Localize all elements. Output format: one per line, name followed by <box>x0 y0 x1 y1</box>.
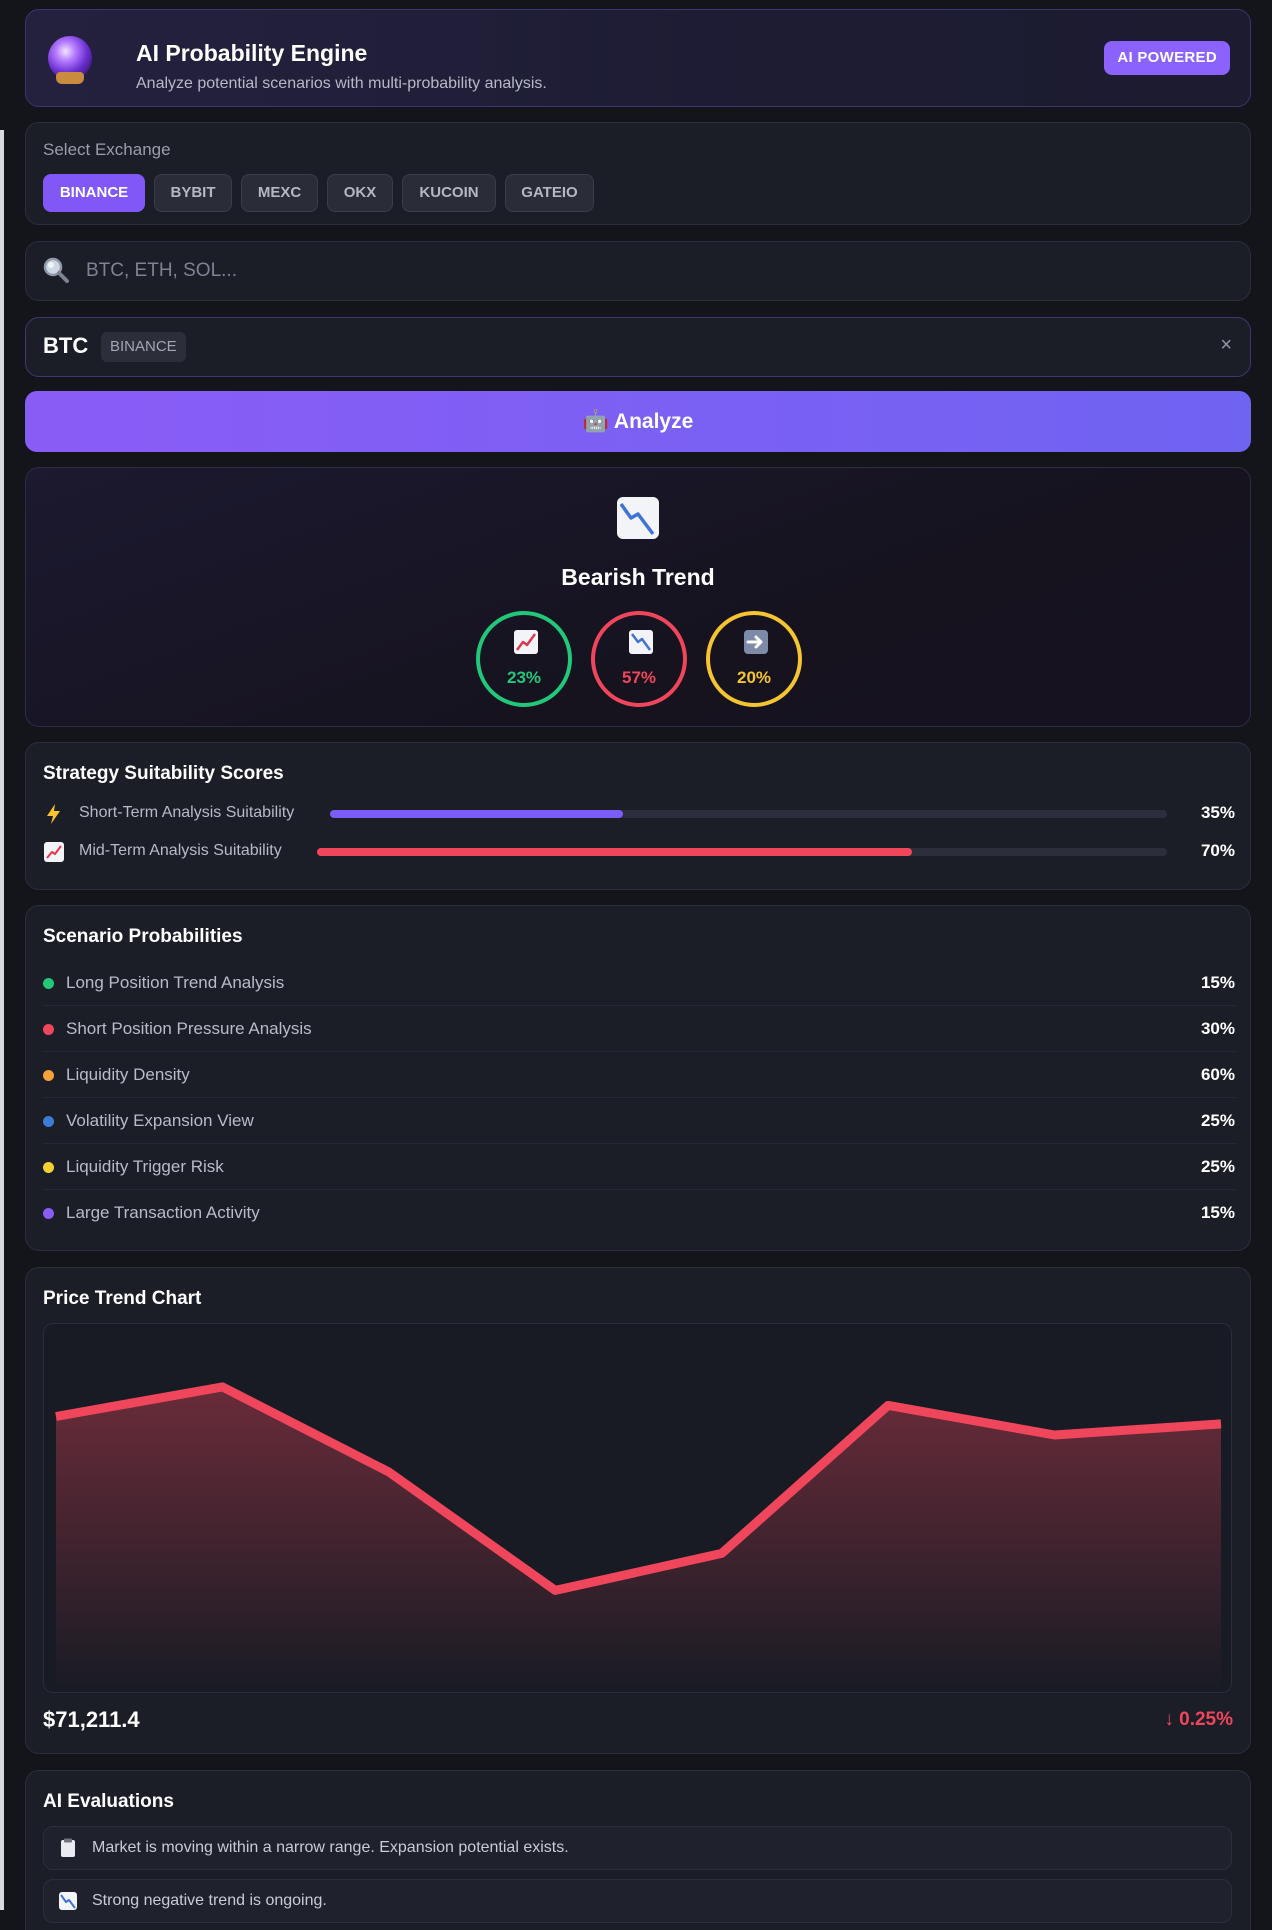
evaluation-item: Market is moving within a narrow range. … <box>43 1826 1232 1870</box>
arrow-right-icon <box>744 630 768 654</box>
strategy-row: Short-Term Analysis Suitability 35% <box>43 801 1235 827</box>
scenario-dot <box>43 1070 54 1081</box>
evaluations-card: AI Evaluations Market is moving within a… <box>25 1770 1251 1930</box>
strategy-value: 70% <box>1200 841 1235 860</box>
trend-title: Bearish Trend <box>561 564 715 590</box>
evaluations-title: AI Evaluations <box>43 1791 174 1812</box>
neutral-probability-ring: 20% <box>706 611 802 707</box>
scenario-dot <box>43 978 54 989</box>
scenario-row: Large Transaction Activity 15% <box>43 1190 1235 1236</box>
page-subtitle: Analyze potential scenarios with multi-p… <box>136 75 547 92</box>
neutral-probability-value: 20% <box>736 668 772 687</box>
bullish-probability-ring: 23% <box>476 611 572 707</box>
scenario-card: Scenario Probabilities Long Position Tre… <box>25 905 1251 1251</box>
selected-exchange-tag: BINANCE <box>101 332 186 362</box>
exchange-button-bybit[interactable]: BYBIT <box>154 174 232 212</box>
bullish-probability-value: 23% <box>506 668 542 687</box>
chart-down-icon <box>629 630 653 654</box>
bearish-probability-ring: 57% <box>591 611 687 707</box>
scenario-value: 15% <box>1200 973 1235 992</box>
scenario-dot <box>43 1208 54 1219</box>
current-price: $71,211.4 <box>43 1707 140 1732</box>
exchange-label: Select Exchange <box>43 140 171 159</box>
scenario-row: Long Position Trend Analysis 15% <box>43 960 1235 1006</box>
scenario-dot <box>43 1116 54 1127</box>
strategy-value: 35% <box>1200 803 1235 822</box>
scenario-label: Volatility Expansion View <box>66 1111 254 1130</box>
left-edge-strip <box>0 130 4 1910</box>
bearish-probability-value: 57% <box>621 668 657 687</box>
scenario-row: Short Position Pressure Analysis 30% <box>43 1006 1235 1052</box>
scenario-label: Short Position Pressure Analysis <box>66 1019 312 1038</box>
chart-down-icon <box>617 497 659 539</box>
scenario-value: 25% <box>1200 1157 1235 1176</box>
crystal-ball-base <box>56 72 84 84</box>
scenario-value: 15% <box>1200 1203 1235 1222</box>
evaluation-text: Market is moving within a narrow range. … <box>92 1839 569 1856</box>
evaluation-text: Strong negative trend is ongoing. <box>92 1892 327 1909</box>
price-change: ↓ 0.25% <box>1164 1709 1233 1730</box>
strategy-track <box>317 848 1167 856</box>
strategy-card: Strategy Suitability Scores Short-Term A… <box>25 742 1251 890</box>
trend-card: Bearish Trend 23% 57% 20% <box>25 467 1251 727</box>
strategy-row: Mid-Term Analysis Suitability 70% <box>43 839 1235 865</box>
scenario-value: 30% <box>1200 1019 1235 1038</box>
exchange-button-gateio[interactable]: GATEIO <box>505 174 594 212</box>
exchange-button-mexc[interactable]: MEXC <box>241 174 318 212</box>
left-edge-top <box>0 0 4 130</box>
price-chart-title: Price Trend Chart <box>43 1288 202 1309</box>
scenario-title: Scenario Probabilities <box>43 926 243 947</box>
strategy-track <box>330 810 1167 818</box>
scenario-row: Liquidity Trigger Risk 25% <box>43 1144 1235 1190</box>
evaluation-item: Strong negative trend is ongoing. <box>43 1879 1232 1923</box>
scenario-dot <box>43 1162 54 1173</box>
selected-symbol: BTC <box>43 333 89 358</box>
search-icon <box>43 257 69 283</box>
analyze-button[interactable]: 🤖 Analyze <box>25 391 1251 452</box>
scenario-dot <box>43 1024 54 1035</box>
strategy-fill <box>330 810 623 818</box>
page-title: AI Probability Engine <box>136 40 368 66</box>
scenario-row: Liquidity Density 60% <box>43 1052 1235 1098</box>
scenario-value: 25% <box>1200 1111 1235 1130</box>
scenario-label: Large Transaction Activity <box>66 1203 260 1222</box>
strategy-label: Short-Term Analysis Suitability <box>79 804 295 821</box>
exchange-button-binance[interactable]: BINANCE <box>43 174 145 212</box>
strategy-fill <box>317 848 912 856</box>
strategy-title: Strategy Suitability Scores <box>43 763 284 784</box>
lightning-icon <box>47 804 60 824</box>
price-chart-svg <box>55 1382 1222 1692</box>
ai-powered-badge: AI POWERED <box>1104 41 1230 75</box>
search-input[interactable] <box>86 252 1226 290</box>
scenario-label: Liquidity Density <box>66 1065 190 1084</box>
clipboard-icon <box>61 1838 75 1857</box>
price-chart-card: Price Trend Chart $71,211.4 ↓ 0.25% <box>25 1267 1251 1754</box>
scenario-row: Volatility Expansion View 25% <box>43 1098 1235 1144</box>
chart-down-icon <box>59 1892 77 1910</box>
scenario-label: Liquidity Trigger Risk <box>66 1157 224 1176</box>
chart-up-icon <box>44 842 64 862</box>
exchange-button-okx[interactable]: OKX <box>327 174 393 212</box>
header-card: AI Probability Engine Analyze potential … <box>25 9 1251 107</box>
exchange-button-kucoin[interactable]: KUCOIN <box>402 174 496 212</box>
search-bar <box>25 241 1251 301</box>
price-chart <box>43 1323 1232 1693</box>
exchange-selector: Select Exchange BINANCE BYBIT MEXC OKX K… <box>25 122 1251 225</box>
selected-symbol-card: BTC BINANCE × <box>25 317 1251 377</box>
scenario-value: 60% <box>1200 1065 1235 1084</box>
close-icon[interactable]: × <box>1220 334 1232 357</box>
chart-up-icon <box>514 630 538 654</box>
scenario-label: Long Position Trend Analysis <box>66 973 285 992</box>
strategy-label: Mid-Term Analysis Suitability <box>79 842 282 859</box>
